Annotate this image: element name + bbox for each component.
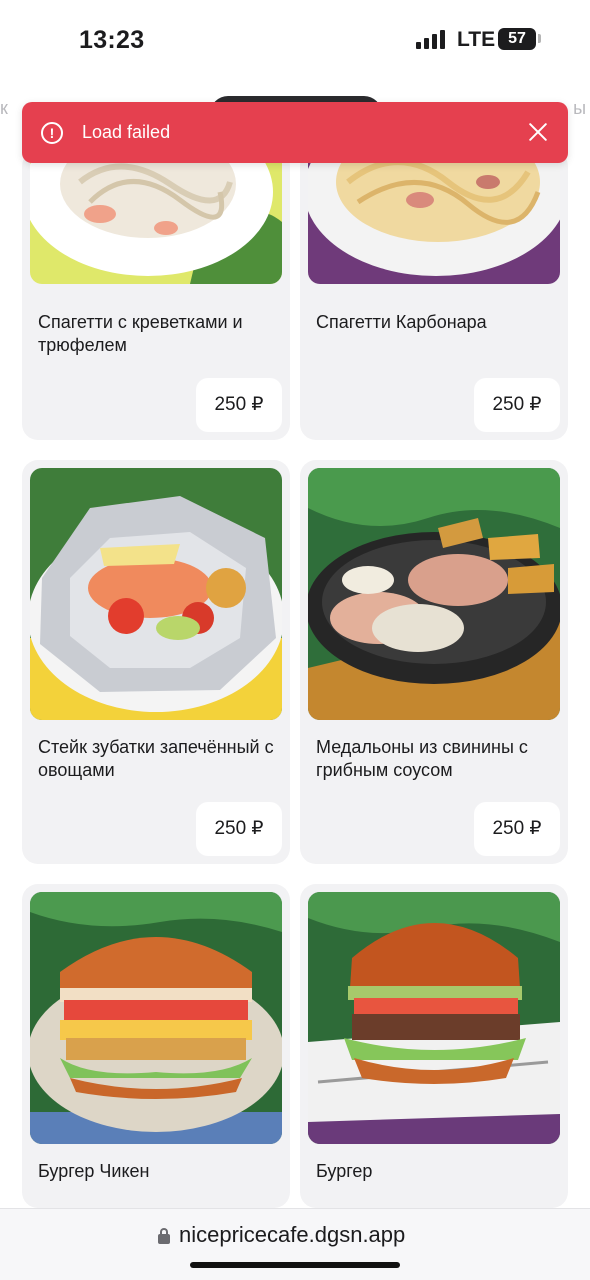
menu-grid: Спагетти с креветками и трюфелем 250 ₽ С… xyxy=(0,0,590,1280)
menu-item-card[interactable]: Бургер xyxy=(300,884,568,1208)
menu-item-card[interactable]: Медальоны из свинины с грибным соусом 25… xyxy=(300,460,568,864)
dish-title: Бургер Чикен xyxy=(38,1161,150,1181)
dish-title: Стейк зубатки запечённый с овощами xyxy=(38,737,274,780)
dish-title: Медальоны из свинины с грибным соусом xyxy=(316,737,528,780)
close-icon[interactable] xyxy=(526,120,550,144)
url-text[interactable]: nicepricecafe.dgsn.app xyxy=(179,1222,405,1248)
dish-photo[interactable] xyxy=(30,150,282,284)
alert-circle-icon: ! xyxy=(41,121,63,144)
dish-photo[interactable] xyxy=(308,468,560,720)
price-button[interactable]: 250 ₽ xyxy=(474,802,560,856)
menu-item-card[interactable]: Стейк зубатки запечённый с овощами 250 ₽ xyxy=(22,460,290,864)
menu-item-card[interactable]: Спагетти Карбонара 250 ₽ xyxy=(300,150,568,440)
dish-photo[interactable] xyxy=(308,150,560,284)
dish-title: Бургер xyxy=(316,1161,373,1181)
price-button[interactable]: 250 ₽ xyxy=(196,378,282,432)
dish-title: Спагетти Карбонара xyxy=(316,312,487,332)
menu-item-card[interactable]: Бургер Чикен xyxy=(22,884,290,1208)
error-toast: ! Load failed xyxy=(22,102,568,163)
lock-icon xyxy=(158,1228,170,1244)
toast-message: Load failed xyxy=(82,122,171,142)
dish-title: Спагетти с креветками и трюфелем xyxy=(38,312,243,355)
price-button[interactable]: 250 ₽ xyxy=(474,378,560,432)
price-button[interactable]: 250 ₽ xyxy=(196,802,282,856)
address-bar[interactable]: nicepricecafe.dgsn.app xyxy=(0,1208,590,1280)
dish-photo[interactable] xyxy=(308,892,560,1144)
home-indicator[interactable] xyxy=(190,1262,400,1268)
dish-photo[interactable] xyxy=(30,892,282,1144)
dish-photo[interactable] xyxy=(30,468,282,720)
menu-item-card[interactable]: Спагетти с креветками и трюфелем 250 ₽ xyxy=(22,150,290,440)
